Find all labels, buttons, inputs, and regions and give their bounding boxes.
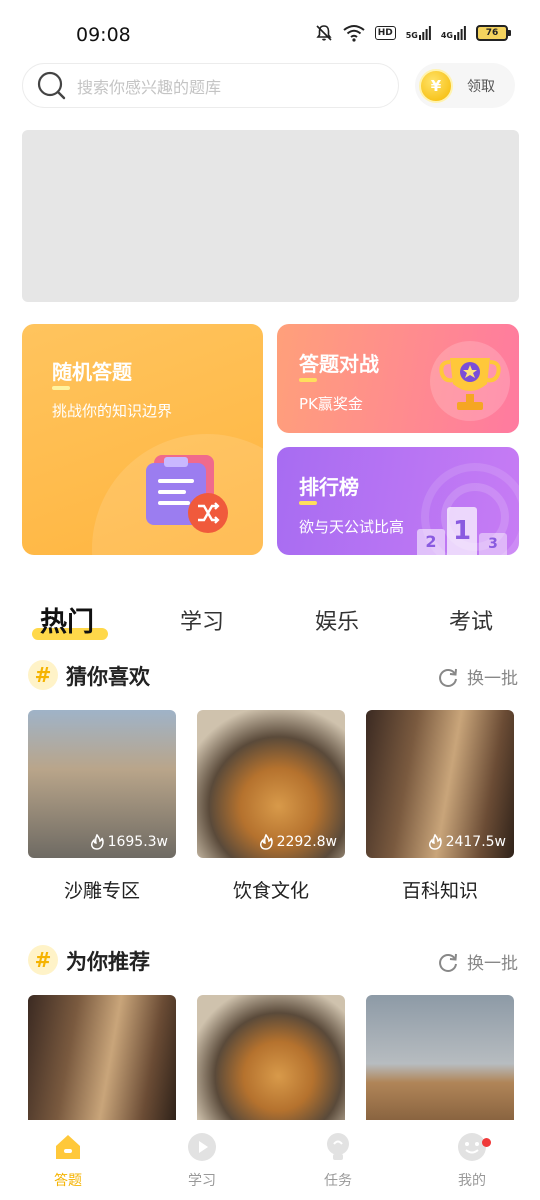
search-input[interactable]: 搜索你感兴趣的题库 [22,63,399,108]
title-underline [299,378,317,382]
hd-indicator: HD [374,26,396,40]
wifi-icon [343,25,365,42]
refresh-icon [439,668,457,687]
leaderboard-card[interactable]: 排行榜 欲与天公试比高 2 1 3 [277,447,519,555]
trophy-icon [430,341,510,421]
signal-bars-icon [454,26,466,40]
random-quiz-card[interactable]: 随机答题 挑战你的知识边界 [22,324,263,555]
recommend-tile-3[interactable] [366,995,514,1120]
tab-entertainment[interactable]: 娱乐 [315,604,359,636]
nav-profile-label: 我的 [458,1173,486,1189]
podium-third: 3 [479,533,507,555]
smiley-icon [455,1130,489,1164]
hash-icon: # [28,945,58,975]
search-placeholder: 搜索你感兴趣的题库 [77,77,222,97]
guess-count-1: 1695.3w [107,834,168,850]
nav-quiz[interactable]: 答题 [28,1130,108,1190]
quiz-battle-title: 答题对战 [299,352,379,376]
guess-section-title: 猜你喜欢 [66,665,150,689]
leaderboard-subtitle: 欲与天公试比高 [299,518,405,536]
random-quiz-title: 随机答题 [52,360,132,384]
tile-count: 2292.8w [259,834,337,850]
signal-bars-icon [418,26,431,40]
shuffle-clipboard-icon [146,455,228,533]
nav-study-label: 学习 [188,1173,216,1189]
podium-second: 2 [417,529,445,555]
play-icon [185,1130,219,1164]
signal-5g-label: 5G [405,31,418,40]
title-underline [299,501,317,505]
fire-icon [90,834,104,850]
category-tabs: 热门 学习 娱乐 考试 [0,600,540,650]
quiz-battle-card[interactable]: 答题对战 PK赢奖金 [277,324,519,433]
bell-off-icon [316,25,332,41]
recommend-section-header: # 为你推荐 换一批 [28,945,518,979]
podium: 2 1 3 [417,507,509,555]
hash-icon: # [28,660,58,690]
guess-refresh-button[interactable]: 换一批 [437,664,518,689]
guess-label-2: 饮食文化 [232,880,309,902]
guess-label-1: 沙雕专区 [63,880,140,902]
lightbulb-icon [321,1130,355,1164]
recommend-tile-1[interactable] [28,995,176,1120]
guess-tile-3[interactable]: 2417.5w [366,710,514,858]
title-underline [52,386,70,390]
nav-tasks[interactable]: 任务 [298,1130,378,1190]
guess-section-header: # 猜你喜欢 换一批 [28,660,518,694]
tile-count: 2417.5w [428,834,506,850]
recommend-tile-2[interactable] [197,995,345,1120]
tab-study[interactable]: 学习 [180,604,224,636]
random-quiz-subtitle: 挑战你的知识边界 [52,402,173,420]
tile-count: 1695.3w [90,834,168,850]
reward-button[interactable]: ¥ 领取 [415,63,515,108]
leaderboard-title: 排行榜 [299,475,359,499]
signal-5g: 5G [406,26,431,40]
nav-study[interactable]: 学习 [162,1130,242,1190]
home-icon [51,1130,85,1164]
status-bar: 09:08 HD 5G 4G 76 [0,0,540,64]
bottom-nav: 答题 学习 任务 我的 [0,1120,540,1200]
signal-4g-label: 4G [440,31,453,40]
fire-icon [259,834,273,850]
nav-quiz-label: 答题 [54,1173,82,1189]
status-icons: HD 5G 4G 76 [315,24,511,42]
guess-count-3: 2417.5w [445,834,506,850]
search-icon [37,71,66,99]
coin-icon: ¥ [419,68,453,103]
guess-tile-1[interactable]: 1695.3w [28,710,176,858]
guess-tile-2[interactable]: 2292.8w [197,710,345,858]
recommend-section-title: 为你推荐 [66,950,150,974]
status-time: 09:08 [76,24,131,46]
recommend-refresh-button[interactable]: 换一批 [437,949,518,974]
signal-4g: 4G [441,26,466,40]
nav-tasks-label: 任务 [324,1173,352,1189]
reward-label: 领取 [467,78,495,95]
podium-first: 1 [447,507,477,555]
battery-icon: 76 [476,25,511,41]
guess-refresh-label: 换一批 [467,669,518,689]
guess-count-2: 2292.8w [276,834,337,850]
tab-hot[interactable]: 热门 [40,600,94,639]
quiz-battle-subtitle: PK赢奖金 [299,395,363,413]
notification-badge [482,1138,491,1147]
refresh-icon [439,953,457,972]
nav-profile[interactable]: 我的 [432,1130,512,1190]
recommend-refresh-label: 换一批 [467,954,518,974]
guess-label-3: 百科知识 [401,880,478,902]
banner-placeholder[interactable] [22,130,519,302]
tab-exam[interactable]: 考试 [449,604,493,636]
fire-icon [428,834,442,850]
